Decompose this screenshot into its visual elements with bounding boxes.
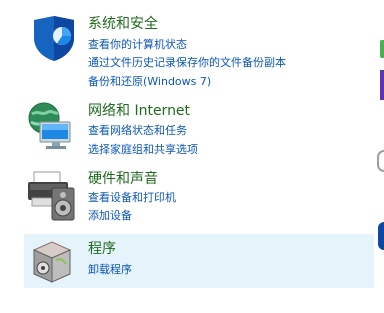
- programs-box-icon[interactable]: [30, 238, 80, 288]
- category-title-network-internet[interactable]: 网络和 Internet: [88, 102, 190, 120]
- link-backup-restore[interactable]: 备份和还原(Windows 7): [88, 75, 211, 89]
- category-title-programs[interactable]: 程序: [88, 240, 116, 258]
- link-add-device[interactable]: 添加设备: [88, 209, 132, 223]
- printer-speaker-icon[interactable]: [24, 168, 75, 221]
- link-view-network-status[interactable]: 查看网络状态和任务: [88, 124, 187, 138]
- category-network-internet: 网络和 Internet 查看网络状态和任务 选择家庭组和共享选项: [24, 96, 374, 164]
- partial-purple-icon: [380, 70, 384, 100]
- network-globe-icon[interactable]: [26, 100, 76, 150]
- partial-gray-icon: [377, 150, 384, 172]
- category-programs[interactable]: 程序 卸载程序: [24, 234, 374, 288]
- security-shield-icon[interactable]: [30, 14, 80, 64]
- category-hardware-sound: 硬件和声音 查看设备和打印机 添加设备: [24, 166, 374, 230]
- category-system-security: 系统和安全 查看你的计算机状态 通过文件历史记录保存你的文件备份副本 备份和还原…: [24, 10, 374, 90]
- link-file-history-backup[interactable]: 通过文件历史记录保存你的文件备份副本: [88, 56, 286, 70]
- link-homegroup-sharing[interactable]: 选择家庭组和共享选项: [88, 143, 198, 157]
- link-view-computer-status[interactable]: 查看你的计算机状态: [88, 38, 187, 52]
- link-devices-printers[interactable]: 查看设备和打印机: [88, 191, 176, 205]
- partial-green-icon: [380, 40, 384, 58]
- category-title-system-security[interactable]: 系统和安全: [88, 15, 158, 33]
- link-uninstall-program[interactable]: 卸载程序: [88, 263, 132, 277]
- category-title-hardware-sound[interactable]: 硬件和声音: [88, 170, 158, 188]
- partial-blue-icon: [378, 222, 384, 250]
